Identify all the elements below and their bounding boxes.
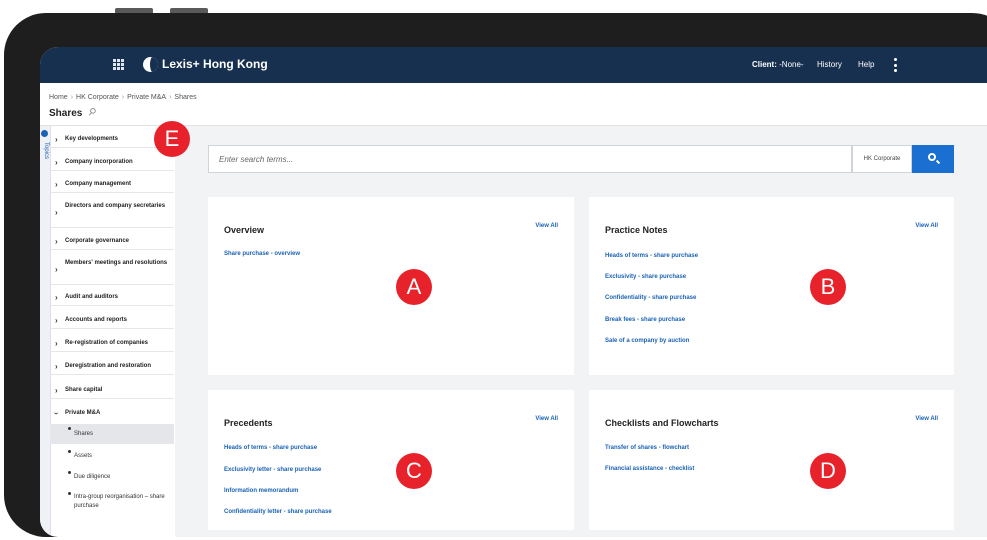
sidebar-item-company-incorporation[interactable]: › Company incorporation [50, 154, 174, 171]
breadcrumb-shares: Shares [174, 94, 197, 101]
overview-link[interactable]: Share purchase - overview [224, 251, 300, 257]
topics-rail-label: Topics [43, 142, 49, 160]
app-screen: Lexis+ Hong Kong Client: -None- History … [40, 47, 987, 537]
chevron-right-icon: › [55, 265, 58, 274]
info-icon [41, 130, 48, 137]
breadcrumb-hk-corporate[interactable]: HK Corporate [76, 94, 119, 101]
chevron-right-icon: › [55, 386, 58, 395]
checklists-link[interactable]: Transfer of shares - flowchart [605, 445, 689, 451]
callout-marker-c: C [396, 453, 432, 489]
history-link[interactable]: History [817, 60, 842, 69]
practice-notes-link[interactable]: Heads of terms - share purchase [605, 253, 698, 259]
practice-notes-link[interactable]: Break fees - share purchase [605, 317, 685, 323]
practice-notes-card: Practice Notes View All Heads of terms -… [589, 197, 954, 375]
overview-title: Overview [224, 225, 265, 235]
practice-notes-view-all-link[interactable]: View All [915, 223, 938, 229]
checklists-view-all-link[interactable]: View All [915, 416, 938, 422]
breadcrumb-home[interactable]: Home [49, 94, 68, 101]
paperclip-icon[interactable]: ⚲ [85, 106, 98, 119]
sidebar-subitem-assets[interactable]: Assets [50, 447, 174, 465]
sidebar-subitem-shares[interactable]: Shares [50, 424, 174, 444]
sidebar-subitem-due-diligence[interactable]: Due diligence [50, 468, 174, 486]
search-input[interactable] [208, 145, 728, 173]
chevron-right-icon: › [55, 316, 58, 325]
apps-grid-icon[interactable] [113, 59, 124, 70]
practice-notes-title: Practice Notes [605, 225, 668, 235]
precedents-card: Precedents View All Heads of terms - sha… [208, 390, 574, 530]
precedents-link[interactable]: Confidentiality letter - share purchase [224, 509, 332, 515]
breadcrumb: Home › HK Corporate › Private M&A › Shares [49, 94, 197, 101]
callout-marker-e: E [154, 121, 190, 157]
client-label: Client: [752, 60, 777, 69]
precedents-view-all-link[interactable]: View All [535, 416, 558, 422]
chevron-right-icon: › [55, 135, 58, 144]
brand-name[interactable]: Lexis+ Hong Kong [162, 57, 268, 71]
callout-marker-d: D [810, 453, 846, 489]
client-value: -None- [779, 60, 804, 69]
search-button[interactable] [912, 145, 954, 173]
chevron-right-icon: › [55, 339, 58, 348]
sidebar-item-private-ma[interactable]: › Private M&A [50, 405, 174, 422]
practice-notes-link[interactable]: Confidentiality - share purchase [605, 295, 696, 301]
topics-sidebar: › Key developments › Company incorporation… [50, 129, 174, 537]
checklists-link[interactable]: Financial assistance - checklist [605, 466, 694, 472]
practice-notes-link[interactable]: Sale of a company by auction [605, 338, 689, 344]
top-navigation-bar: Lexis+ Hong Kong Client: -None- History … [40, 47, 987, 83]
sidebar-item-directors[interactable]: › Directors and company secretaries [50, 198, 174, 228]
page-title: Shares [49, 108, 83, 119]
checklists-card: Checklists and Flowcharts View All Trans… [589, 390, 954, 530]
sidebar-item-company-management[interactable]: › Company management [50, 176, 174, 193]
callout-marker-a: A [396, 269, 432, 305]
help-link[interactable]: Help [858, 60, 874, 69]
sidebar-item-corporate-governance[interactable]: › Corporate governance [50, 233, 174, 250]
callout-marker-b: B [810, 269, 846, 305]
overview-card: Overview View All Share purchase - overv… [208, 197, 574, 375]
breadcrumb-private-ma[interactable]: Private M&A [127, 94, 166, 101]
breadcrumb-separator: › [169, 94, 172, 101]
sidebar-item-re-registration[interactable]: › Re-registration of companies [50, 335, 174, 352]
sidebar-subitem-intra-group[interactable]: Intra-group reorganisation – share purch… [50, 489, 174, 519]
search-scope-selector[interactable]: HK Corporate [852, 145, 912, 173]
lexis-logo-icon [143, 57, 158, 72]
precedents-link[interactable]: Heads of terms - share purchase [224, 445, 317, 451]
checklists-title: Checklists and Flowcharts [605, 418, 719, 428]
precedents-link[interactable]: Information memorandum [224, 488, 298, 494]
precedents-title: Precedents [224, 418, 273, 428]
chevron-right-icon: › [55, 158, 58, 167]
more-options-icon[interactable] [894, 58, 898, 72]
precedents-link[interactable]: Exclusivity letter - share purchase [224, 467, 321, 473]
chevron-down-icon: › [51, 412, 61, 415]
overview-view-all-link[interactable]: View All [535, 223, 558, 229]
sidebar-item-members-meetings[interactable]: › Members' meetings and resolutions [50, 255, 174, 285]
chevron-right-icon: › [55, 293, 58, 302]
search-icon [928, 153, 936, 161]
sidebar-item-share-capital[interactable]: › Share capital [50, 382, 174, 399]
breadcrumb-separator: › [121, 94, 125, 101]
sidebar-item-deregistration[interactable]: › Deregistration and restoration [50, 358, 174, 375]
chevron-right-icon: › [55, 180, 58, 189]
client-selector[interactable]: Client: -None- [752, 60, 804, 69]
breadcrumb-separator: › [70, 94, 74, 101]
chevron-right-icon: › [55, 362, 58, 371]
sidebar-item-audit[interactable]: › Audit and auditors [50, 289, 174, 306]
chevron-right-icon: › [55, 237, 58, 246]
chevron-right-icon: › [55, 208, 58, 217]
practice-notes-link[interactable]: Exclusivity - share purchase [605, 274, 686, 280]
tablet-frame: Lexis+ Hong Kong Client: -None- History … [4, 13, 987, 537]
sidebar-item-accounts[interactable]: › Accounts and reports [50, 312, 174, 329]
